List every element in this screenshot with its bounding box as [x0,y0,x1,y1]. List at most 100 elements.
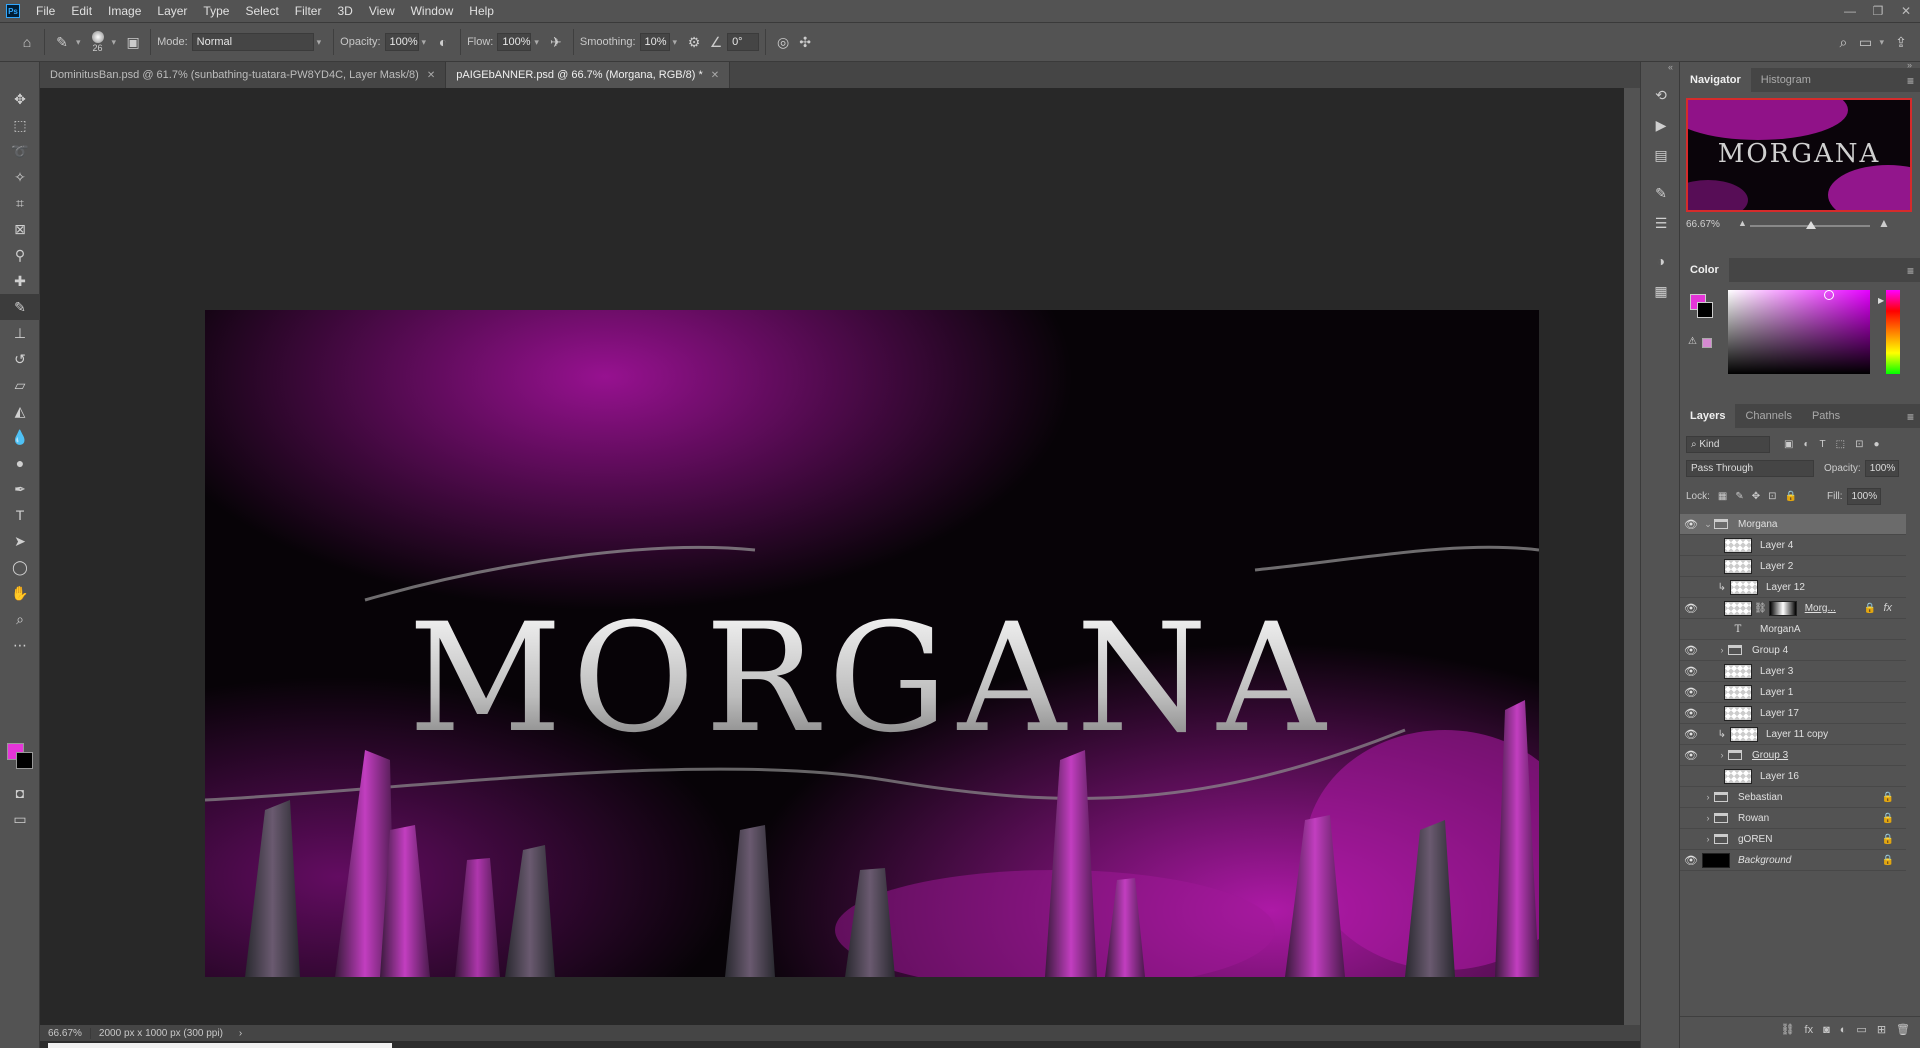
layer-row[interactable]: 👁 ⌄ Morgana [1680,514,1906,535]
chevron-down-icon[interactable]: ▾ [1879,37,1884,48]
layer-row[interactable]: 👁 Layer 17 [1680,703,1906,724]
flow-input[interactable]: 100% [497,33,532,51]
new-layer-icon[interactable]: ⊞ [1877,1023,1886,1036]
frame-tool-icon[interactable]: ⊠ [0,216,40,242]
menu-help[interactable]: Help [461,0,502,22]
menu-layer[interactable]: Layer [149,0,195,22]
zoom-in-icon[interactable]: ▲ [1878,216,1890,230]
link-icon[interactable]: ⛓ [1754,603,1767,614]
minimize-icon[interactable]: — [1836,0,1864,22]
slider-knob[interactable] [1806,221,1816,229]
navigator-zoom[interactable]: 66.67% [1686,219,1720,230]
pen-tool-icon[interactable]: ✒ [0,476,40,502]
panel-menu-icon[interactable]: ≡ [1907,264,1914,278]
eye-icon[interactable]: 👁 [1680,686,1702,699]
zoom-tool-icon[interactable]: ⌕ [0,606,40,632]
adjustments-icon[interactable]: ☰ [1641,208,1681,238]
dodge-tool-icon[interactable]: ● [0,450,40,476]
layer-row[interactable]: 👁 › Group 4 [1680,640,1906,661]
menu-image[interactable]: Image [100,0,149,22]
menu-file[interactable]: File [28,0,63,22]
properties-icon[interactable]: ▤ [1641,140,1681,170]
layer-row[interactable]: 👁 Layer 4 [1680,535,1906,556]
mode-select[interactable]: Normal [191,33,314,51]
marquee-tool-icon[interactable]: ⬚ [0,112,40,138]
eye-icon[interactable]: 👁 [1680,665,1702,678]
lock-transparency-icon[interactable]: ▦ [1718,491,1727,502]
airbrush-icon[interactable]: ✈ [545,31,567,53]
brush-settings-icon[interactable]: ✎ [1641,178,1681,208]
clone-stamp-tool-icon[interactable]: ⊥ [0,320,40,346]
eye-icon[interactable]: 👁 [1680,581,1702,594]
chevron-right-icon[interactable]: › [1702,813,1714,823]
crop-tool-icon[interactable]: ⌗ [0,190,40,216]
eye-icon[interactable]: 👁 [1680,749,1702,762]
eye-icon[interactable]: 👁 [1680,644,1702,657]
tab-paigebanner[interactable]: pAIGEbANNER.psd @ 66.7% (Morgana, RGB/8)… [446,62,731,88]
brush-tool-icon[interactable]: ✎ [51,31,73,53]
layer-row[interactable]: 👁 › Sebastian 🔒 [1680,787,1906,808]
web-safe-swatch[interactable] [1702,338,1712,348]
eye-icon[interactable]: 👁 [1680,707,1702,720]
status-zoom[interactable]: 66.67% [40,1028,90,1039]
gamut-warning-icon[interactable]: ⚠ [1688,336,1697,347]
fx-icon[interactable]: fx [1883,602,1892,614]
tab-paths[interactable]: Paths [1802,404,1850,428]
eye-icon[interactable]: 👁 [1680,728,1702,741]
quick-mask-icon[interactable]: ◘ [0,780,40,806]
layer-row[interactable]: 👁 Layer 16 [1680,766,1906,787]
type-tool-icon[interactable]: T [0,502,40,528]
menu-edit[interactable]: Edit [63,0,100,22]
layer-row[interactable]: 👁 Layer 1 [1680,682,1906,703]
eye-icon[interactable]: 👁 [1680,791,1702,804]
chevron-right-icon[interactable]: › [231,1028,250,1039]
background-color-swatch[interactable] [16,752,33,769]
filter-adjustment-icon[interactable]: ◐ [1803,439,1809,450]
new-group-icon[interactable]: ▭ [1856,1023,1866,1036]
color-field[interactable] [1728,290,1870,374]
workspace-icon[interactable]: ▭ [1854,31,1876,53]
document-canvas[interactable]: MORGANA [205,310,1539,977]
layer-row[interactable]: 👁 ⛓ Morg... 🔒 fx [1680,598,1906,619]
brush-preset-picker[interactable]: 26 [87,26,109,58]
collapse-icon[interactable]: « [1641,62,1679,80]
lock-position-icon[interactable]: ✥ [1752,491,1760,502]
navigator-thumbnail[interactable]: MORGANA [1686,98,1912,212]
pressure-size-icon[interactable]: ◎ [772,31,794,53]
filter-smart-object-icon[interactable]: ⊡ [1855,439,1863,450]
layer-row[interactable]: 👁 Background 🔒 [1680,850,1906,871]
eyedropper-tool-icon[interactable]: ⚲ [0,242,40,268]
swatches-icon[interactable]: ▦ [1641,276,1681,306]
lock-artboard-icon[interactable]: ⊡ [1768,491,1776,502]
filter-shape-icon[interactable]: ⬚ [1836,439,1845,450]
menu-view[interactable]: View [361,0,403,22]
eye-icon[interactable]: 👁 [1680,560,1702,573]
chevron-down-icon[interactable]: ▾ [422,37,427,48]
chevron-down-icon[interactable]: ▾ [112,37,117,48]
home-icon[interactable]: ⌂ [16,31,38,53]
history-icon[interactable]: ⟲ [1641,80,1681,110]
blend-mode-select[interactable]: Pass Through [1686,460,1814,477]
canvas-workspace[interactable]: MORGANA [40,88,1624,1025]
layer-row[interactable]: 👁 T MorganA [1680,619,1906,640]
chevron-down-icon[interactable]: ▾ [534,37,539,48]
symmetry-icon[interactable]: ✣ [794,31,816,53]
filter-pixel-icon[interactable]: ▣ [1784,439,1793,450]
eraser-tool-icon[interactable]: ▱ [0,372,40,398]
layer-row[interactable]: 👁 Layer 2 [1680,556,1906,577]
restore-icon[interactable]: ❐ [1864,0,1892,22]
chevron-down-icon[interactable]: ▾ [76,37,81,48]
tab-color[interactable]: Color [1680,258,1729,282]
paint-bucket-tool-icon[interactable]: ◭ [0,398,40,424]
zoom-out-icon[interactable]: ▲ [1738,218,1747,228]
chevron-right-icon[interactable]: › [1702,834,1714,844]
layer-filter-kind[interactable]: ⌕ Kind [1686,436,1770,453]
layer-row[interactable]: 👁 ↳ Layer 12 [1680,577,1906,598]
search-icon[interactable]: ⌕ [1832,31,1854,53]
brush-settings-icon[interactable]: ▣ [122,31,144,53]
link-layers-icon[interactable]: ⛓ [1781,1023,1795,1036]
filter-toggle-icon[interactable]: ● [1873,439,1879,450]
navigator-zoom-slider[interactable] [1750,221,1870,229]
lock-all-icon[interactable]: 🔒 [1785,491,1797,502]
chevron-right-icon[interactable]: › [1702,792,1714,802]
